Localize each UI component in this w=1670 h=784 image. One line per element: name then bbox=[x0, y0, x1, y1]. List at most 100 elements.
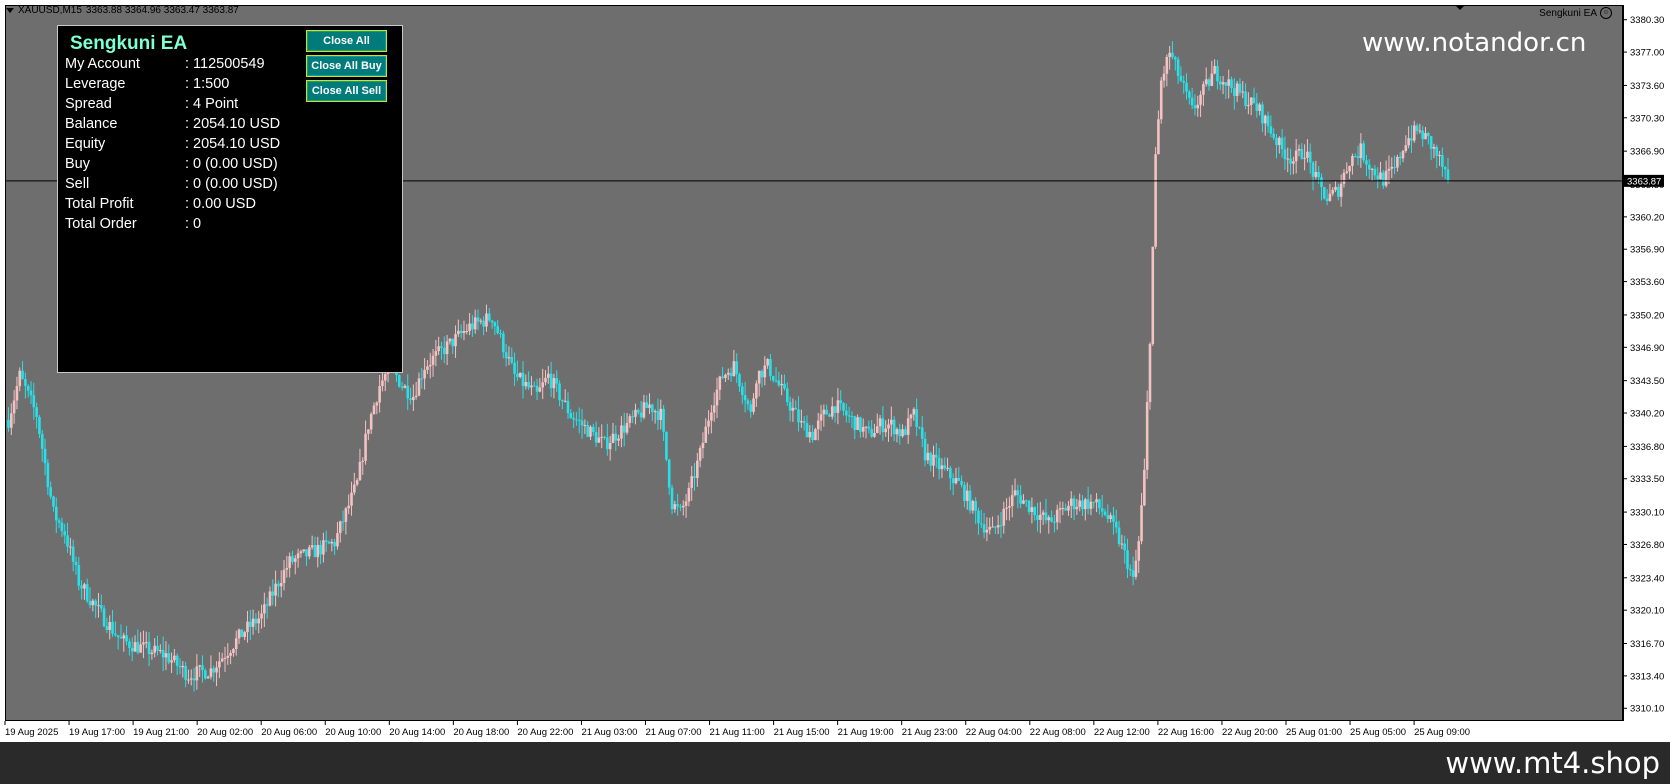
candle-body bbox=[802, 421, 806, 424]
candle-body bbox=[1348, 165, 1351, 172]
candle-body bbox=[142, 642, 145, 645]
candle-body bbox=[479, 320, 483, 322]
candle-body bbox=[71, 546, 75, 562]
candle-body bbox=[316, 544, 320, 558]
candle-body bbox=[49, 487, 52, 497]
candle-body bbox=[383, 373, 387, 381]
candle-body bbox=[161, 650, 165, 658]
y-tick-label: 3350.20 bbox=[1630, 310, 1664, 321]
x-tick-label: 20 Aug 02:00 bbox=[197, 727, 253, 738]
candle-body bbox=[861, 426, 865, 432]
candle-body bbox=[712, 405, 716, 413]
candle-body bbox=[1216, 66, 1219, 82]
candle-body bbox=[617, 438, 620, 441]
candle-body bbox=[1334, 186, 1337, 190]
candle-body bbox=[1109, 515, 1112, 519]
candle-body bbox=[398, 375, 401, 387]
candle-body bbox=[1047, 517, 1051, 521]
candle-body bbox=[1081, 500, 1084, 510]
candle-body bbox=[881, 418, 885, 433]
candle-body bbox=[198, 665, 201, 667]
candle-body bbox=[102, 608, 106, 627]
candle-body bbox=[114, 633, 117, 636]
candle-body bbox=[1289, 158, 1292, 164]
candle-body bbox=[94, 600, 97, 606]
candle-body bbox=[305, 549, 308, 557]
candle-body bbox=[766, 359, 769, 366]
candle-body bbox=[1086, 499, 1090, 509]
candle-body bbox=[890, 419, 893, 425]
candle-body bbox=[229, 653, 232, 656]
candle-body bbox=[164, 653, 168, 658]
candle-body bbox=[226, 655, 230, 658]
candle-body bbox=[878, 418, 882, 427]
candle-body bbox=[659, 408, 663, 421]
candle-body bbox=[1126, 550, 1129, 569]
candle-body bbox=[887, 424, 890, 429]
candle-body bbox=[260, 613, 263, 619]
candle-body bbox=[1131, 570, 1135, 577]
candle-body bbox=[442, 347, 446, 355]
candle-body bbox=[1306, 151, 1309, 158]
x-tick-label: 19 Aug 17:00 bbox=[69, 727, 125, 738]
x-tick-label: 21 Aug 15:00 bbox=[774, 727, 830, 738]
candle-body bbox=[603, 436, 606, 438]
candle-body bbox=[698, 448, 702, 461]
close-all-buy-button[interactable]: Close All Buy bbox=[306, 55, 387, 77]
candle-body bbox=[1283, 149, 1287, 160]
candle-body bbox=[1320, 177, 1323, 188]
candle-body bbox=[1221, 82, 1225, 85]
candle-body bbox=[24, 379, 27, 386]
candle-body bbox=[906, 418, 910, 435]
chart-symbol-bar[interactable]: XAUUSD,M15 3363.88 3364.96 3363.47 3363.… bbox=[6, 5, 239, 16]
candle-body bbox=[985, 529, 989, 533]
y-tick-label: 3346.90 bbox=[1630, 343, 1664, 354]
candle-body bbox=[434, 351, 438, 356]
candle-body bbox=[336, 533, 339, 547]
candle-body bbox=[521, 372, 525, 387]
x-tick-label: 21 Aug 19:00 bbox=[838, 727, 894, 738]
candle-body bbox=[791, 407, 795, 411]
candle-body bbox=[1370, 168, 1374, 170]
candle-body bbox=[800, 421, 803, 423]
candle-body bbox=[684, 501, 688, 506]
panel-label-equity: Equity bbox=[65, 136, 106, 152]
candle-body bbox=[88, 600, 92, 606]
candle-body bbox=[493, 322, 497, 327]
candle-body bbox=[828, 414, 831, 417]
x-tick-label: 22 Aug 16:00 bbox=[1158, 727, 1214, 738]
panel-label-buy: Buy bbox=[65, 156, 90, 172]
candle-body bbox=[901, 429, 904, 437]
candle-body bbox=[1207, 79, 1211, 86]
candle-body bbox=[977, 510, 980, 524]
chart-menu-triangle-icon[interactable] bbox=[6, 8, 14, 13]
candle-body bbox=[1244, 91, 1247, 107]
candle-body bbox=[797, 409, 800, 423]
candle-body bbox=[783, 383, 786, 389]
candle-body bbox=[220, 658, 224, 662]
panel-label-total-profit: Total Profit bbox=[65, 196, 134, 212]
candle-body bbox=[313, 545, 317, 558]
panel-value-balance: : 2054.10 USD bbox=[185, 116, 281, 132]
candle-body bbox=[1067, 505, 1070, 511]
close-all-sell-button[interactable]: Close All Sell bbox=[306, 80, 387, 102]
candle-body bbox=[561, 400, 564, 402]
candle-body bbox=[524, 382, 528, 387]
candle-body bbox=[122, 635, 126, 639]
panel-label-sell: Sell bbox=[65, 176, 90, 192]
candle-body bbox=[487, 313, 491, 321]
candle-body bbox=[892, 419, 896, 435]
candle-body bbox=[347, 505, 350, 509]
candle-body bbox=[656, 411, 660, 421]
chart-window[interactable]: 3380.30 3377.00 3373.60 3370.30 3366.90 3363.… bbox=[0, 0, 1670, 742]
candle-body bbox=[842, 403, 845, 411]
candle-body bbox=[1024, 500, 1028, 502]
candle-body bbox=[1376, 175, 1380, 180]
close-all-button[interactable]: Close All bbox=[306, 30, 387, 52]
candle-body bbox=[327, 541, 331, 544]
panel-label-account: My Account bbox=[65, 56, 140, 72]
candle-body bbox=[465, 330, 469, 332]
candle-body bbox=[462, 331, 466, 334]
watermark-top: www.notandor.cn bbox=[1362, 28, 1587, 58]
candle-body bbox=[1196, 104, 1200, 109]
